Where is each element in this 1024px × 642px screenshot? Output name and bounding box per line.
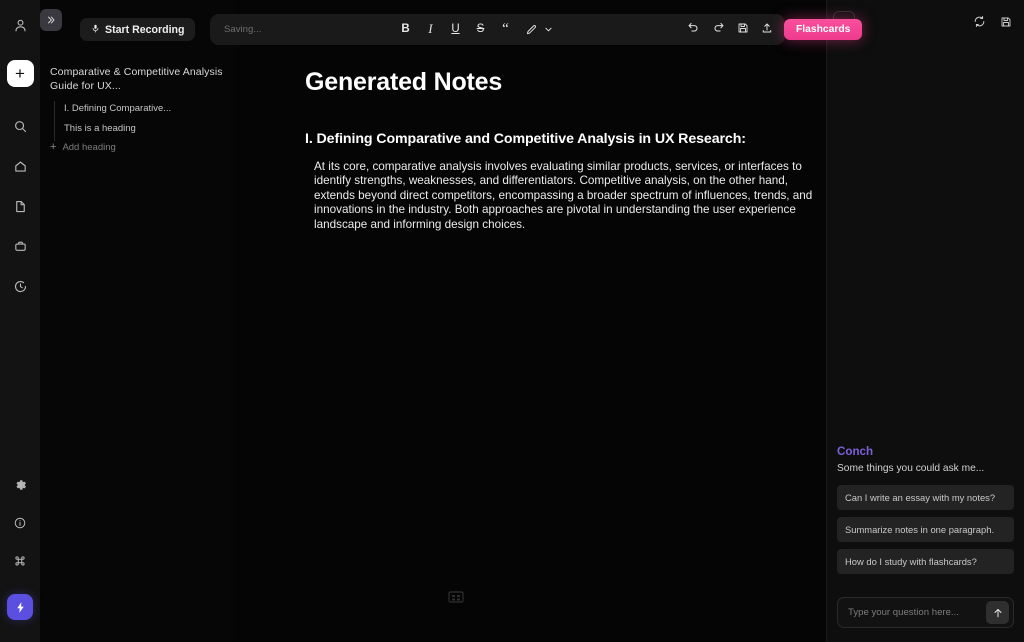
italic-button[interactable]: I <box>425 22 436 38</box>
outline-item-2[interactable]: This is a heading <box>64 121 223 141</box>
add-heading-label: Add heading <box>62 142 116 153</box>
save-icon[interactable] <box>1000 15 1012 33</box>
assistant-panel: Conch Some things you could ask me... Ca… <box>826 0 1024 642</box>
section-heading: I. Defining Comparative and Competitive … <box>305 131 746 147</box>
editor-actions <box>675 14 785 45</box>
outline-children: I. Defining Comparative... This is a hea… <box>54 101 223 141</box>
lightning-bolt-icon[interactable] <box>7 594 33 620</box>
blockquote-button[interactable]: “ <box>500 22 511 38</box>
add-heading-button[interactable]: + Add heading <box>48 141 223 154</box>
save-icon[interactable] <box>737 21 749 39</box>
chat-input-container[interactable]: Type your question here... <box>837 597 1014 628</box>
document-icon[interactable] <box>7 193 33 219</box>
add-button-label: + <box>15 64 25 83</box>
home-icon[interactable] <box>7 153 33 179</box>
assistant-name: Conch <box>837 445 874 458</box>
suggestion-chip-1[interactable]: Can I write an essay with my notes? <box>837 485 1014 510</box>
add-button[interactable]: + <box>6 60 34 87</box>
assistant-suggestions: Conch Some things you could ask me... Ca… <box>827 445 1024 591</box>
highlighter-pen-icon[interactable] <box>525 22 537 38</box>
underline-button[interactable]: U <box>450 22 461 38</box>
search-icon[interactable] <box>7 113 33 139</box>
left-rail: + <box>0 0 40 642</box>
suggestion-chip-3[interactable]: How do I study with flashcards? <box>837 549 1014 574</box>
user-icon[interactable] <box>7 12 33 38</box>
assistant-subtitle: Some things you could ask me... <box>837 463 985 474</box>
refresh-icon[interactable] <box>973 15 986 33</box>
chevron-down-icon[interactable] <box>543 22 554 38</box>
outline-panel: Comparative & Competitive Analysis Guide… <box>40 0 235 642</box>
start-recording-button[interactable]: Start Recording <box>80 18 196 41</box>
plus-icon: + <box>50 141 57 153</box>
folder-icon[interactable] <box>7 233 33 259</box>
outline-document-title[interactable]: Comparative & Competitive Analysis Guide… <box>48 66 223 93</box>
format-toolbar: Saving... B I U S “ <box>210 14 730 45</box>
gear-icon[interactable] <box>7 472 33 498</box>
info-icon[interactable] <box>7 510 33 536</box>
editor-area[interactable]: Generated Notes I. Defining Comparative … <box>235 0 826 642</box>
start-recording-label: Start Recording <box>105 23 185 36</box>
arrow-up-icon[interactable] <box>986 601 1009 624</box>
redo-icon[interactable] <box>712 21 725 39</box>
strikethrough-button[interactable]: S <box>475 22 486 38</box>
undo-icon[interactable] <box>687 21 700 39</box>
microphone-icon <box>91 23 100 37</box>
section-paragraph: At its core, comparative analysis involv… <box>314 160 813 231</box>
history-icon[interactable] <box>7 273 33 299</box>
suggestion-chip-2[interactable]: Summarize notes in one paragraph. <box>837 517 1014 542</box>
outline-item-1[interactable]: I. Defining Comparative... <box>64 101 223 121</box>
collapse-sidebar-button[interactable] <box>40 9 62 31</box>
command-icon[interactable] <box>7 548 33 574</box>
grid-handle-icon[interactable] <box>448 590 464 604</box>
chat-input[interactable]: Type your question here... <box>848 607 986 618</box>
bold-button[interactable]: B <box>400 22 411 38</box>
saving-status: Saving... <box>224 24 262 35</box>
page-title: Generated Notes <box>305 68 503 96</box>
assistant-header-actions <box>973 15 1012 33</box>
flashcards-button[interactable]: Flashcards <box>784 19 863 40</box>
flashcards-label: Flashcards <box>796 24 851 35</box>
export-icon[interactable] <box>761 21 773 39</box>
format-button-group: B I U S “ <box>400 22 554 38</box>
